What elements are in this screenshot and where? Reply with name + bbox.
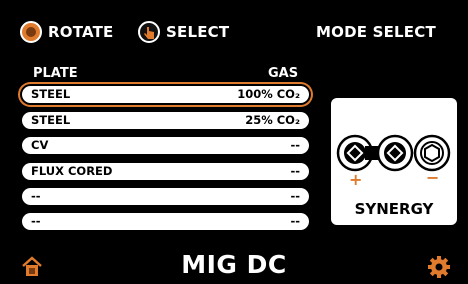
list-item[interactable]: STEEL 100% CO₂ xyxy=(22,86,309,103)
plate-value: CV xyxy=(31,138,49,152)
plate-value: -- xyxy=(31,214,41,228)
list-item[interactable]: -- -- xyxy=(22,213,309,230)
list-item[interactable]: FLUX CORED -- xyxy=(22,163,309,180)
plus-sign: + xyxy=(349,170,363,189)
select-label: SELECT xyxy=(166,23,230,41)
page-title: MIG DC xyxy=(181,250,287,279)
rotate-label: ROTATE xyxy=(48,23,114,41)
column-header-gas: GAS xyxy=(268,66,299,81)
list-item[interactable]: -- -- xyxy=(22,188,309,205)
rotate-knob-icon xyxy=(20,21,42,43)
list-item[interactable]: CV -- xyxy=(22,137,309,154)
plate-value: -- xyxy=(31,189,41,203)
gas-value: -- xyxy=(290,138,300,152)
press-select-icon xyxy=(138,21,160,43)
settings-gear-icon[interactable] xyxy=(427,255,451,279)
polarity-panel[interactable]: + − SYNERGY xyxy=(331,98,457,225)
plate-value: FLUX CORED xyxy=(31,164,113,178)
synergy-label: SYNERGY xyxy=(354,200,434,218)
gas-value: 25% CO₂ xyxy=(245,113,300,127)
plate-value: STEEL xyxy=(31,113,71,127)
minus-sign: − xyxy=(426,168,440,187)
plate-value: STEEL xyxy=(31,87,71,101)
column-header-plate: PLATE xyxy=(33,66,78,81)
list-item[interactable]: STEEL 25% CO₂ xyxy=(22,112,309,129)
gas-value: 100% CO₂ xyxy=(237,87,300,101)
gas-value: -- xyxy=(290,214,300,228)
gas-value: -- xyxy=(290,189,300,203)
gas-value: -- xyxy=(290,164,300,178)
mode-select-label[interactable]: MODE SELECT xyxy=(316,23,436,41)
